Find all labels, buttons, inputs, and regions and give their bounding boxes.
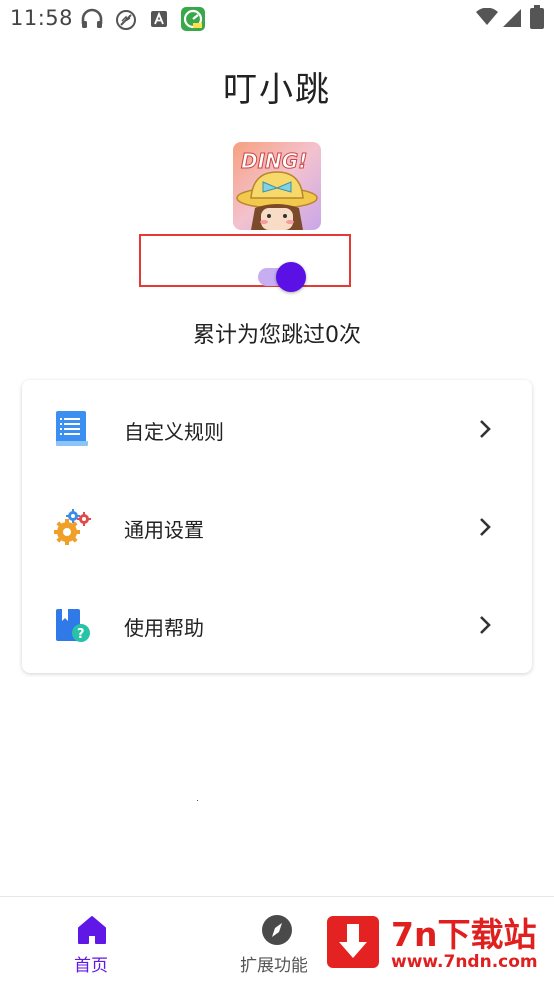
nav-item-home[interactable]: 首页 bbox=[50, 897, 134, 985]
menu-item-help[interactable]: ? 使用帮助 bbox=[22, 576, 532, 674]
menu-item-label: 自定义规则 bbox=[124, 420, 224, 444]
toggle-thumb bbox=[276, 262, 306, 292]
chevron-right-icon bbox=[480, 616, 491, 634]
help-book-icon: ? bbox=[56, 609, 90, 642]
watermark: 7n下载站 www.7ndn.com bbox=[307, 898, 554, 984]
svg-text:?: ? bbox=[77, 627, 85, 642]
menu-item-label: 使用帮助 bbox=[124, 616, 204, 640]
highlight-box bbox=[139, 234, 351, 287]
skip-count-text: 累计为您跳过0次 bbox=[193, 323, 361, 348]
headset-icon bbox=[81, 8, 103, 28]
menu-item-custom-rules[interactable]: 自定义规则 bbox=[22, 380, 532, 478]
wifi-icon bbox=[476, 8, 498, 25]
menu-card: 自定义规则 通用设置 ? 使用帮助 bbox=[22, 380, 532, 673]
chevron-right-icon bbox=[480, 518, 491, 536]
logo-image: DING! bbox=[233, 142, 321, 230]
keyboard-a-icon bbox=[151, 11, 167, 27]
svg-text:DING!: DING! bbox=[241, 149, 307, 173]
download-icon bbox=[327, 916, 379, 968]
page-title: 叮小跳 bbox=[223, 70, 331, 110]
service-toggle[interactable] bbox=[258, 262, 306, 292]
app-logo: DING! bbox=[233, 142, 321, 230]
speed-app-icon bbox=[181, 7, 205, 31]
compass-icon bbox=[262, 915, 292, 945]
menu-item-general-settings[interactable]: 通用设置 bbox=[22, 478, 532, 576]
nav-label-home: 首页 bbox=[74, 956, 108, 976]
stray-dot bbox=[197, 800, 198, 801]
status-bar: 11:58 bbox=[0, 0, 554, 38]
watermark-url: www.7ndn.com bbox=[391, 952, 538, 972]
watermark-title: 7n下载站 bbox=[391, 915, 537, 954]
chevron-right-icon bbox=[480, 420, 491, 438]
menu-item-label: 通用设置 bbox=[124, 518, 204, 542]
gears-icon bbox=[54, 509, 91, 545]
status-time: 11:58 bbox=[10, 6, 74, 30]
nav-label-extensions: 扩展功能 bbox=[240, 956, 308, 976]
battery-icon bbox=[530, 5, 544, 29]
signal-icon bbox=[503, 9, 521, 27]
home-icon bbox=[78, 916, 106, 944]
document-icon bbox=[56, 411, 88, 446]
no-sync-icon bbox=[116, 10, 136, 30]
